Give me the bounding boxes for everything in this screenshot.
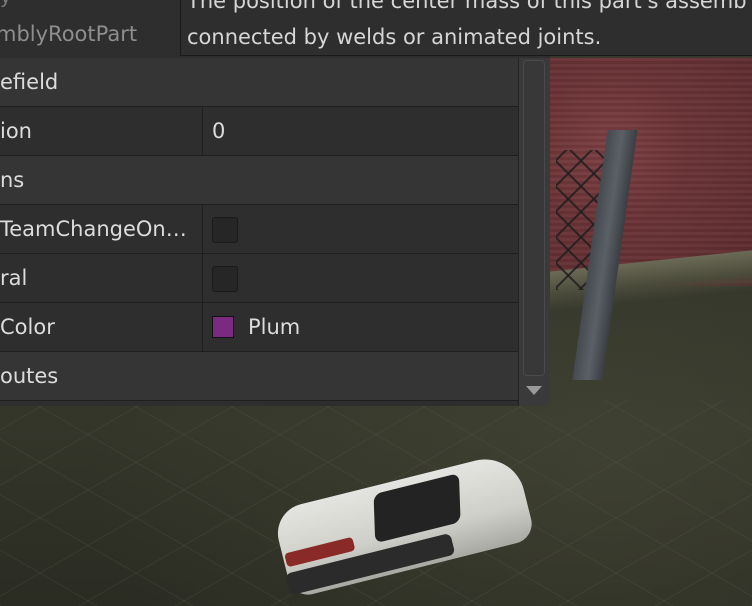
assembly-root-part-label: mblyRootPart (0, 22, 138, 46)
tooltip-line-2: connected by welds or animated joints. (187, 25, 602, 49)
property-label: ion (0, 107, 203, 155)
tooltip-line-1: The position of the center mass of this … (187, 0, 747, 13)
previous-property-label: y (0, 0, 11, 8)
property-row-team-color[interactable]: Color Plum (0, 303, 518, 352)
property-label: TeamChangeOn… (0, 205, 203, 253)
category-label: efield (0, 70, 59, 94)
property-tooltip: The position of the center mass of this … (180, 0, 752, 56)
color-swatch[interactable] (212, 316, 234, 338)
color-value[interactable]: Plum (248, 303, 300, 351)
properties-panel: y mblyRootPart efield ion 0 ns TeamChang… (0, 0, 550, 406)
category-forcefield[interactable]: efield (0, 58, 518, 107)
property-row-ion[interactable]: ion 0 (0, 107, 518, 156)
vertical-scrollbar[interactable] (518, 58, 550, 406)
category-label: ns (0, 168, 25, 192)
property-row-neutral[interactable]: ral (0, 254, 518, 303)
property-label: ral (0, 254, 203, 302)
team-change-checkbox[interactable] (212, 217, 238, 243)
category-attributes[interactable]: outes (0, 352, 518, 401)
category-label: outes (0, 364, 59, 388)
assembly-root-part-row[interactable]: y mblyRootPart (0, 0, 180, 58)
property-rows: efield ion 0 ns TeamChangeOn… ral Color … (0, 58, 518, 401)
neutral-checkbox[interactable] (212, 266, 238, 292)
property-row-team-change[interactable]: TeamChangeOn… (0, 205, 518, 254)
property-value-input[interactable]: 0 (212, 107, 225, 155)
category-ns[interactable]: ns (0, 156, 518, 205)
property-label: Color (0, 303, 203, 351)
scrollbar-thumb[interactable] (523, 60, 545, 376)
scroll-down-arrow-icon[interactable] (526, 386, 542, 395)
